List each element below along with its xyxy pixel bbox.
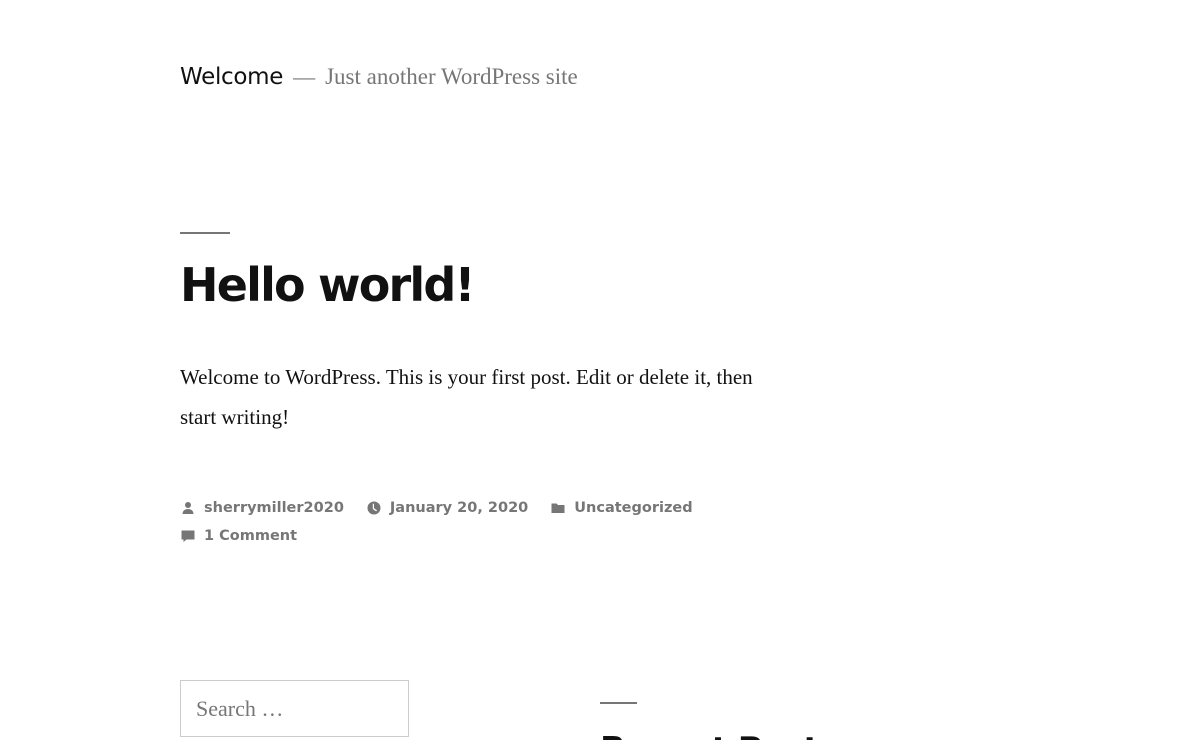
- post-category: Uncategorized: [550, 500, 693, 516]
- category-link[interactable]: Uncategorized: [574, 500, 692, 516]
- post-divider: [180, 232, 230, 234]
- title-separator: —: [293, 64, 316, 89]
- post-content: Welcome to WordPress. This is your first…: [180, 365, 753, 429]
- post-title[interactable]: Hello world!: [180, 258, 476, 312]
- site-header: Welcome — Just another WordPress site: [180, 64, 578, 90]
- post-meta-row: 1 Comment: [180, 522, 740, 550]
- post-author: sherrymiller2020: [180, 500, 344, 516]
- site-description: Just another WordPress site: [325, 64, 578, 89]
- widget-divider: [600, 702, 637, 704]
- comments-link[interactable]: 1 Comment: [204, 528, 297, 544]
- author-link[interactable]: sherrymiller2020: [204, 500, 344, 516]
- search-input[interactable]: [180, 680, 409, 737]
- comment-icon: [181, 530, 195, 542]
- post-date: January 20, 2020: [366, 500, 528, 516]
- folder-icon: [551, 503, 565, 513]
- recent-posts-title: Recent Posts: [600, 730, 839, 740]
- post-comments: 1 Comment: [180, 528, 297, 544]
- post-meta-row: sherrymiller2020 January 20, 2020 Uncate…: [180, 494, 740, 522]
- date-link[interactable]: January 20, 2020: [390, 500, 528, 516]
- site-title-link[interactable]: Welcome: [180, 64, 283, 90]
- clock-icon: [367, 501, 381, 515]
- post-meta: sherrymiller2020 January 20, 2020 Uncate…: [180, 494, 740, 550]
- person-icon: [182, 502, 194, 514]
